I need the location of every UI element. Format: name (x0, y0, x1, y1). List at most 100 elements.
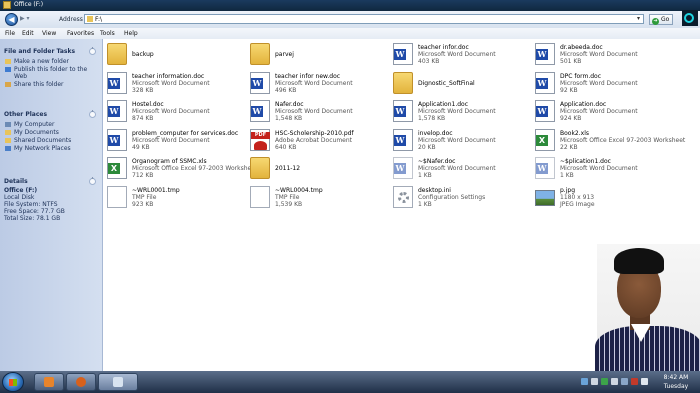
word-document-icon: W (393, 128, 413, 151)
collapse-icon[interactable]: ˆ (89, 48, 96, 55)
place-my-documents[interactable]: My Documents (4, 129, 98, 136)
window-title: Office (F:) (14, 1, 44, 8)
file-item[interactable]: W Application.doc Microsoft Word Document 9… (533, 98, 673, 126)
panel-header[interactable]: File and Folder Tasks ˆ (4, 48, 98, 57)
address-label: Address (59, 16, 83, 23)
file-item[interactable]: backup (105, 41, 245, 69)
file-name: Dignostic_SoftFinal (418, 79, 475, 87)
file-item[interactable]: W Application1.doc Microsoft Word Document… (391, 98, 531, 126)
collapse-icon[interactable]: ˆ (89, 178, 96, 185)
menu-help[interactable]: Help (124, 30, 138, 37)
menu-favorites[interactable]: Favorites (67, 30, 94, 37)
address-path: F:\ (95, 16, 103, 23)
clock-day[interactable]: Tuesday (659, 383, 693, 390)
computer-icon (5, 122, 11, 127)
go-button[interactable]: ➜ Go (649, 14, 673, 25)
file-item[interactable]: X Book2.xls Microsoft Office Excel 97-2003… (533, 127, 685, 155)
task-new-folder[interactable]: Make a new folder (4, 58, 98, 65)
go-label: Go (661, 16, 670, 23)
file-name: teacher infor.doc (418, 44, 469, 51)
share-icon (5, 82, 11, 87)
taskbar-app-firefox[interactable] (66, 373, 96, 391)
file-type: Microsoft Word Document (560, 51, 638, 58)
collapse-icon[interactable]: ˆ (89, 111, 96, 118)
clock-time[interactable]: 8:42 AM (659, 374, 693, 381)
title-bar: Office (F:) (0, 0, 700, 11)
tray-icon[interactable] (631, 378, 638, 385)
file-item[interactable]: Wteacher information.doc Microsoft Word D… (105, 70, 245, 98)
file-size: 20 KB (418, 143, 436, 151)
menu-file[interactable]: File (5, 30, 15, 37)
file-item[interactable]: desktop.ini Configuration Settings 1 KB (391, 184, 531, 212)
menu-view[interactable]: View (42, 30, 56, 37)
file-item[interactable]: Dignostic_SoftFinal (391, 70, 531, 98)
shared-folder-icon (5, 138, 11, 143)
file-item[interactable]: ~WRL0001.tmp TMP File 923 KB (105, 184, 245, 212)
forward-button[interactable]: ▶ ▾ (20, 15, 42, 24)
place-shared-documents[interactable]: Shared Documents (4, 137, 98, 144)
tray-icon[interactable] (591, 378, 598, 385)
file-name: ~$Nafer.doc (418, 158, 456, 165)
menu-tools[interactable]: Tools (100, 30, 115, 37)
file-size: 22 KB (560, 143, 578, 151)
file-type: Microsoft Word Document (275, 108, 353, 115)
tray-icon[interactable] (601, 378, 608, 385)
task-share-folder[interactable]: Share this folder (4, 81, 98, 88)
file-name: problem_computer for services.doc (132, 129, 239, 137)
drive-icon (87, 16, 93, 22)
file-type: Microsoft Word Document (132, 79, 210, 87)
file-item[interactable]: Wdr.abeeda.doc Microsoft Word Document 501… (533, 41, 673, 69)
tray-icon[interactable] (611, 378, 618, 385)
taskbar-app-media[interactable] (34, 373, 64, 391)
place-network[interactable]: My Network Places (4, 145, 98, 152)
details-panel: Details ˆ Office (F:) Local Disk File Sys… (4, 178, 98, 222)
file-item[interactable]: W ~$Nafer.doc Microsoft Word Document 1 KB (391, 155, 531, 183)
file-type: Configuration Settings (418, 193, 486, 201)
panel-header[interactable]: Other Places ˆ (4, 111, 98, 120)
logo-icon (682, 10, 698, 26)
file-item[interactable]: Wteacher infor.doc Microsoft Word Documen… (391, 41, 531, 69)
settings-file-icon (393, 185, 413, 208)
file-item[interactable]: X Organogram of SSMC.xls Microsoft Office … (105, 155, 257, 183)
file-item[interactable]: W Nafer.doc Microsoft Word Document 1,548 K… (248, 98, 388, 126)
file-type: TMP File (275, 193, 300, 201)
file-item[interactable]: Wteacher infor new.doc Microsoft Word Doc… (248, 70, 388, 98)
file-size: 640 KB (275, 143, 297, 151)
file-item[interactable]: W DPC form.doc Microsoft Word Document 92 K… (533, 70, 673, 98)
file-item[interactable]: 2011-12 (248, 155, 388, 183)
file-size: 712 KB (132, 172, 154, 179)
taskbar-app-explorer[interactable] (98, 373, 138, 391)
file-type: Microsoft Word Document (418, 51, 496, 58)
file-item[interactable]: ~WRL0004.tmp TMP File 1,539 KB (248, 184, 388, 212)
address-input[interactable]: F:\ (84, 14, 644, 24)
network-tray-icon[interactable] (621, 378, 628, 385)
file-item[interactable]: W Hostel.doc Microsoft Word Document 874 KB (105, 98, 245, 126)
file-item[interactable]: W ~$plication1.doc Microsoft Word Document… (533, 155, 673, 183)
word-document-icon: W (535, 157, 555, 179)
file-item[interactable]: p.jpg 1180 x 913 JPEG Image (533, 184, 673, 212)
file-name: p.jpg (560, 186, 575, 194)
volume-icon[interactable] (641, 378, 648, 385)
start-button[interactable] (2, 372, 24, 392)
file-size: 874 KB (132, 115, 154, 122)
file-item[interactable]: PDF HSC-Scholership-2010.pdf Adobe Acrobat… (248, 127, 388, 155)
task-publish-web[interactable]: Publish this folder to the Web (4, 66, 98, 80)
free-space: Free Space: 77.7 GB (4, 208, 65, 215)
panel-header[interactable]: Details ˆ (4, 178, 98, 187)
file-name: Nafer.doc (275, 101, 304, 108)
tray-icon[interactable] (581, 378, 588, 385)
address-dropdown-icon[interactable]: ▾ (637, 15, 640, 22)
file-name: dr.abeeda.doc (560, 44, 603, 51)
task-label: Share this folder (14, 81, 64, 88)
file-item[interactable]: Winvelop.doc Microsoft Word Document 20 KB (391, 127, 531, 155)
place-my-computer[interactable]: My Computer (4, 121, 98, 128)
file-type: Adobe Acrobat Document (275, 136, 353, 144)
menu-edit[interactable]: Edit (22, 30, 34, 37)
network-icon (5, 146, 11, 151)
file-item[interactable]: Wproblem_computer for services.doc Micros… (105, 127, 245, 155)
other-places-panel: Other Places ˆ My Computer My Documents S… (4, 111, 98, 152)
panel-title: Details (4, 178, 28, 185)
back-button[interactable]: ◀ (5, 13, 18, 26)
word-document-icon: W (535, 71, 555, 94)
file-item[interactable]: parvej (248, 41, 388, 69)
